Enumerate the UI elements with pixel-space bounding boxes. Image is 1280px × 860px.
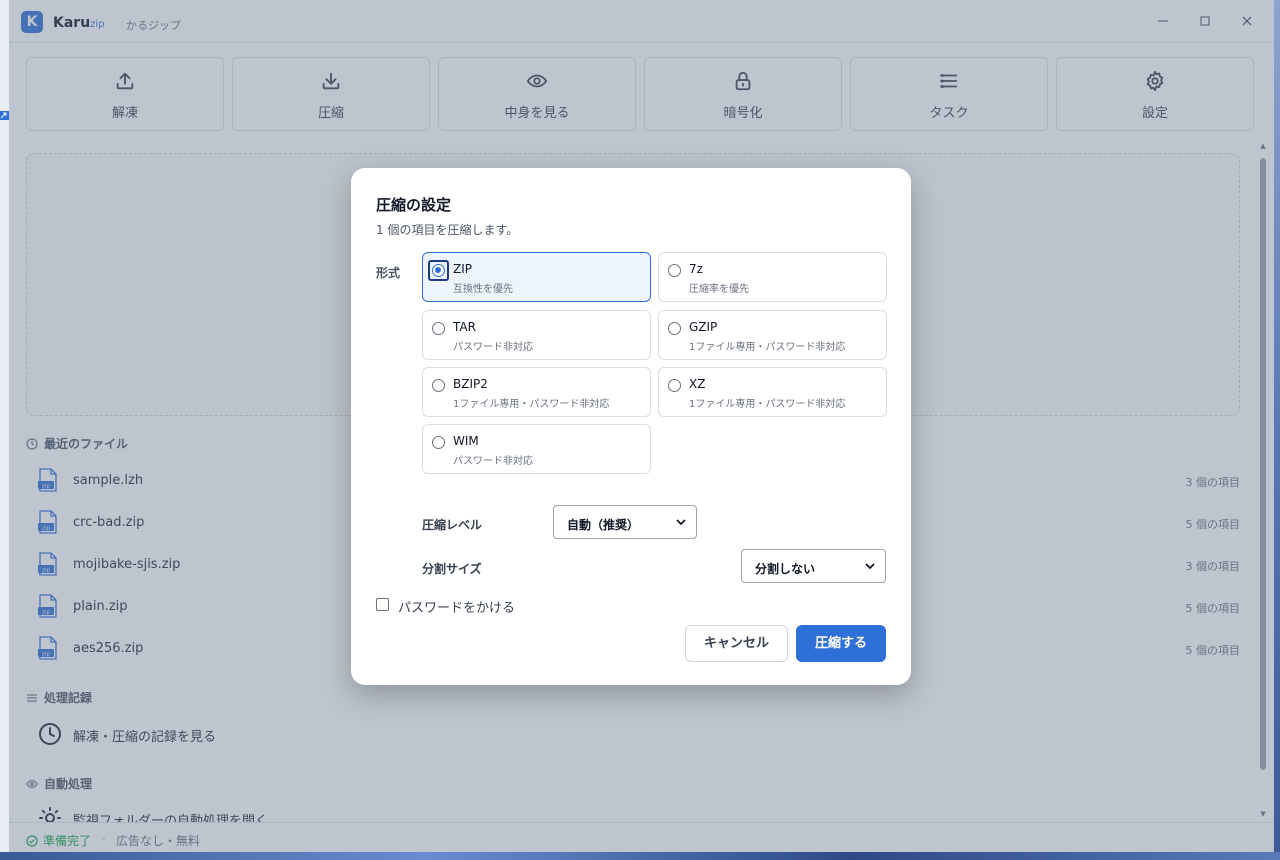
format-name: 7z [689,262,703,276]
dialog-title: 圧縮の設定 [376,196,452,214]
cancel-button[interactable]: キャンセル [685,625,788,662]
desktop-taskbar-edge [0,852,1280,860]
compress-settings-dialog: 圧縮の設定 1 個の項目を圧縮します。 形式 ZIP 互換性を優先 7z 圧縮率… [351,168,911,685]
format-note: 圧縮率を優先 [689,284,749,295]
radio-button[interactable] [668,264,681,277]
format-name: WIM [453,434,479,448]
format-option-tar[interactable]: TAR パスワード非対応 [422,310,651,360]
format-note: 互換性を優先 [453,284,513,295]
format-name: GZIP [689,320,718,334]
format-note: 1ファイル専用・パスワード非対応 [689,399,846,410]
radio-button[interactable] [432,436,445,449]
split-size-select[interactable]: 分割しない [741,549,886,583]
format-note: パスワード非対応 [453,456,533,467]
format-note: 1ファイル専用・パスワード非対応 [689,342,846,353]
format-option-zip[interactable]: ZIP 互換性を優先 [422,252,651,302]
radio-button[interactable] [432,322,445,335]
split-size-label: 分割サイズ [422,562,482,576]
format-option-xz[interactable]: XZ 1ファイル専用・パスワード非対応 [658,367,887,417]
desktop-right-edge [1274,0,1280,860]
format-option-wim[interactable]: WIM パスワード非対応 [422,424,651,474]
radio-button[interactable] [432,379,445,392]
format-option-7z[interactable]: 7z 圧縮率を優先 [658,252,887,302]
format-name: BZIP2 [453,377,488,391]
dialog-description: 1 個の項目を圧縮します。 [376,223,519,237]
compression-level-label: 圧縮レベル [422,518,483,532]
format-note: パスワード非対応 [453,342,533,353]
compression-level-value: 自動（推奨） [567,518,640,532]
format-option-gzip[interactable]: GZIP 1ファイル専用・パスワード非対応 [658,310,887,360]
format-name: TAR [453,320,476,334]
radio-button[interactable] [432,264,445,277]
chevron-down-icon [865,563,875,570]
compress-confirm-button[interactable]: 圧縮する [796,625,886,662]
compression-level-select[interactable]: 自動（推奨） [553,505,697,539]
password-checkbox-label[interactable]: パスワードをかける [398,597,515,616]
format-option-bzip2[interactable]: BZIP2 1ファイル専用・パスワード非対応 [422,367,651,417]
split-size-value: 分割しない [755,562,816,576]
radio-button[interactable] [668,322,681,335]
desktop-shortcut-icon [0,111,9,120]
format-note: 1ファイル専用・パスワード非対応 [453,399,610,410]
chevron-down-icon [676,519,686,526]
format-name: ZIP [453,262,472,276]
password-checkbox[interactable] [376,598,389,611]
format-label: 形式 [376,266,401,280]
radio-button[interactable] [668,379,681,392]
format-name: XZ [689,377,706,391]
